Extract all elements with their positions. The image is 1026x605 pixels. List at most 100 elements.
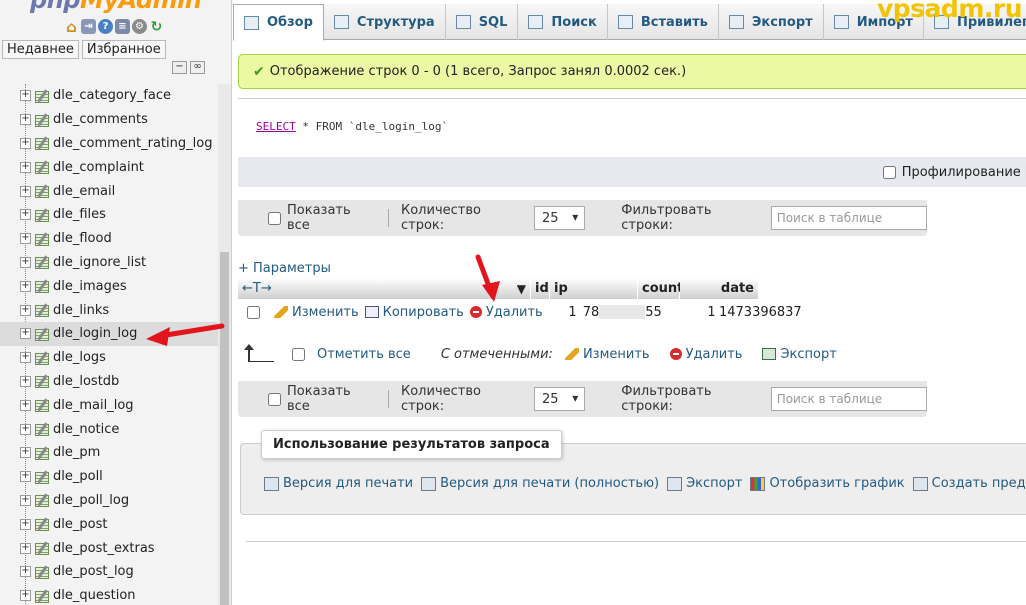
table-icon[interactable] — [34, 374, 50, 389]
cell-id[interactable]: 1 — [555, 305, 576, 320]
table-icon[interactable] — [34, 422, 50, 437]
table-icon[interactable] — [34, 89, 50, 103]
tab-search[interactable]: Поиск — [518, 4, 608, 40]
sidebar-item-dle-mail-log[interactable]: + dle_mail_log — [0, 393, 218, 417]
filter-input[interactable]: Поиск в таблице — [770, 387, 928, 411]
cell-ip[interactable]: 78 55 — [577, 305, 674, 320]
edit-selected-link[interactable]: Изменить — [564, 347, 650, 362]
table-icon[interactable] — [34, 446, 50, 460]
sidebar-item-label[interactable]: dle_lostdb — [53, 374, 119, 389]
sidebar-item-label[interactable]: dle_mail_log — [53, 398, 134, 413]
column-header-id[interactable]: id — [531, 278, 550, 299]
documentation-icon[interactable]: ≡ — [115, 19, 130, 34]
tab-sql[interactable]: SQL — [446, 4, 519, 40]
sidebar-item-label[interactable]: dle_category_face — [53, 88, 171, 103]
sidebar-item-label[interactable]: dle_comment_rating_log — [53, 136, 212, 151]
sidebar-item-label[interactable]: dle_poll — [53, 469, 103, 484]
print-view-full-link[interactable]: Версия для печати (полностью) — [421, 476, 659, 491]
sidebar-item-label[interactable]: dle_logs — [53, 350, 106, 365]
cell-count[interactable]: 1 — [674, 305, 715, 320]
tab-insert[interactable]: Вставить — [608, 4, 719, 40]
expand-icon[interactable]: + — [20, 375, 31, 387]
expand-icon[interactable]: + — [20, 90, 31, 102]
sidebar-item-label[interactable]: dle_images — [53, 279, 127, 294]
phpmyadmin-logo[interactable]: phpMyAdmin — [30, 0, 202, 14]
table-icon[interactable] — [34, 232, 50, 246]
sidebar-item-dle-post-log[interactable]: + dle_post_log — [0, 560, 218, 584]
expand-icon[interactable]: + — [20, 399, 31, 411]
sidebar-item-label[interactable]: dle_notice — [53, 422, 119, 437]
options-link[interactable]: + Параметры — [238, 261, 331, 276]
sidebar-item-label[interactable]: dle_post_extras — [53, 541, 155, 556]
expand-icon[interactable]: + — [20, 185, 31, 197]
row-checkbox[interactable] — [247, 305, 260, 319]
link-icon[interactable]: ∞ — [190, 61, 205, 74]
table-icon[interactable] — [34, 303, 50, 318]
expand-icon[interactable]: + — [20, 328, 31, 340]
table-icon[interactable] — [34, 398, 50, 413]
sidebar-item-dle-poll[interactable]: + dle_poll — [0, 465, 218, 489]
delete-row-link[interactable]: Удалить — [469, 305, 543, 320]
collapse-all-icon[interactable]: − — [172, 61, 187, 74]
sidebar-item-dle-post[interactable]: + dle_post — [0, 512, 218, 536]
column-header-date[interactable]: date — [680, 278, 759, 299]
check-all-checkbox[interactable] — [292, 347, 305, 361]
expand-icon[interactable]: + — [20, 114, 31, 126]
expand-icon[interactable]: + — [20, 423, 31, 435]
filter-input[interactable]: Поиск в таблице — [770, 206, 928, 230]
edit-row-link[interactable]: Изменить — [274, 305, 359, 320]
sidebar-item-label[interactable]: dle_ignore_list — [53, 255, 146, 270]
sql-keyword[interactable]: SELECT — [256, 120, 296, 133]
table-icon[interactable] — [34, 327, 50, 341]
show-all-checkbox[interactable] — [268, 392, 281, 406]
scrollbar-thumb[interactable] — [220, 252, 229, 605]
sidebar-item-label[interactable]: dle_post — [53, 517, 107, 532]
sidebar-item-label[interactable]: dle_comments — [53, 112, 148, 127]
settings-icon[interactable]: ⚙ — [132, 19, 147, 34]
sidebar-item-label[interactable]: dle_flood — [53, 231, 112, 246]
sidebar-item-label[interactable]: dle_poll_log — [53, 493, 129, 508]
expand-icon[interactable]: + — [20, 161, 31, 173]
sidebar-item-dle-files[interactable]: + dle_files — [0, 203, 218, 227]
tab-structure[interactable]: Структура — [324, 4, 446, 40]
table-icon[interactable] — [34, 184, 50, 199]
profiling-checkbox[interactable] — [882, 166, 896, 179]
sidebar-item-dle-ignore-list[interactable]: + dle_ignore_list — [0, 251, 218, 275]
home-icon[interactable]: ⌂ — [64, 18, 79, 36]
check-all-link[interactable]: Отметить все — [317, 347, 411, 362]
sidebar-item-label[interactable]: dle_links — [53, 303, 109, 318]
sidebar-item-dle-question[interactable]: + dle_question — [0, 584, 218, 605]
table-icon[interactable] — [34, 208, 50, 222]
sidebar-item-label[interactable]: dle_post_log — [53, 564, 134, 579]
expand-icon[interactable]: + — [20, 566, 31, 578]
expand-icon[interactable]: + — [20, 471, 31, 483]
favorites-button[interactable]: Избранное — [81, 40, 166, 59]
table-icon[interactable] — [34, 279, 50, 294]
table-icon[interactable] — [34, 255, 50, 270]
table-icon[interactable] — [34, 493, 50, 508]
sidebar-item-dle-email[interactable]: + dle_email — [0, 179, 218, 203]
reload-icon[interactable]: ↻ — [149, 19, 164, 35]
sidebar-item-label[interactable]: dle_pm — [53, 445, 100, 460]
show-all-checkbox[interactable] — [268, 211, 281, 225]
delete-selected-link[interactable]: Удалить — [669, 347, 742, 362]
expand-icon[interactable]: + — [20, 137, 31, 149]
table-icon[interactable] — [34, 589, 50, 603]
sidebar-item-label[interactable]: dle_files — [53, 207, 106, 222]
expand-icon[interactable]: + — [20, 209, 31, 221]
sidebar-item-dle-poll-log[interactable]: + dle_poll_log — [0, 489, 218, 513]
recent-button[interactable]: Недавнее — [2, 40, 79, 59]
sidebar-item-dle-category-face[interactable]: + dle_category_face — [0, 84, 218, 108]
table-icon[interactable] — [34, 136, 50, 151]
rows-select[interactable]: 25 — [534, 387, 586, 411]
sidebar-item-dle-login-log[interactable]: + dle_login_log — [0, 321, 218, 346]
display-chart-link[interactable]: Отобразить график — [750, 476, 905, 491]
print-view-link[interactable]: Версия для печати — [264, 476, 413, 491]
sidebar-item-dle-pm[interactable]: + dle_pm — [0, 441, 218, 465]
tab-browse[interactable]: Обзор — [233, 4, 324, 41]
expand-icon[interactable]: + — [20, 542, 31, 554]
sidebar-item-dle-images[interactable]: + dle_images — [0, 274, 218, 298]
column-header-ip[interactable]: ip — [550, 278, 638, 299]
expand-icon[interactable]: + — [20, 447, 31, 459]
table-icon[interactable] — [34, 351, 50, 365]
